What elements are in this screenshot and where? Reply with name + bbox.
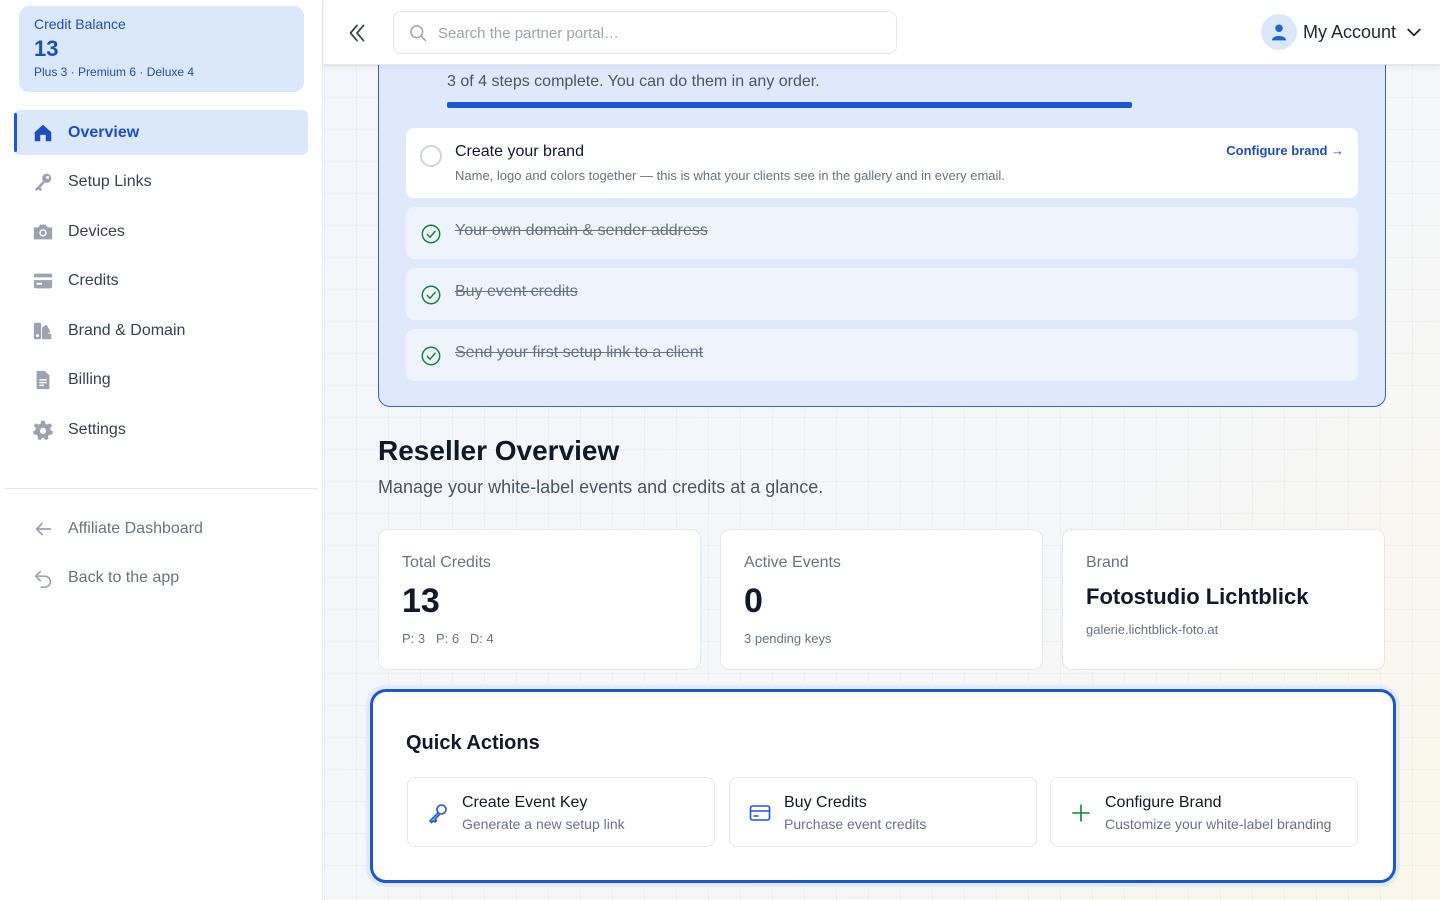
palette-icon	[32, 320, 54, 342]
setup-step-create-brand[interactable]: Create your brand Name, logo and colors …	[406, 128, 1358, 198]
stat-sub: 3 pending keys	[744, 631, 832, 646]
credit-card-icon	[32, 270, 54, 292]
quick-actions-title: Quick Actions	[406, 732, 540, 754]
search-box[interactable]	[393, 11, 897, 54]
stat-sub: galerie.lichtblick-foto.at	[1086, 622, 1219, 637]
quick-action-label: Configure Brand	[1105, 794, 1222, 811]
setup-step-domain[interactable]: Your own domain & sender address	[406, 207, 1358, 259]
create-event-key-button[interactable]: Create Event Key Generate a new setup li…	[407, 777, 715, 847]
top-header: My Account	[324, 0, 1440, 65]
stat-value: 0	[744, 582, 763, 620]
credit-balance-breakdown: Plus 3 · Premium 6 · Deluxe 4	[34, 65, 195, 79]
credit-balance-label: Credit Balance	[34, 16, 126, 32]
sidebar-item-settings[interactable]: Settings	[14, 407, 308, 452]
check-circle-icon	[420, 284, 442, 306]
gear-icon	[32, 419, 54, 441]
double-chevron-left-icon	[349, 24, 365, 42]
step-incomplete-icon	[420, 145, 442, 167]
setup-progress-text: 3 of 4 steps complete. You can do them i…	[447, 73, 820, 90]
sidebar-item-label: Devices	[68, 222, 125, 240]
sidebar-item-back-to-app[interactable]: Back to the app	[14, 556, 308, 601]
quick-action-description: Purchase event credits	[784, 816, 927, 832]
key-icon	[426, 801, 450, 825]
stat-sub: P: 3 P: 6 D: 4	[402, 631, 494, 646]
invoice-icon	[32, 369, 54, 391]
sidebar-item-label: Setup Links	[68, 173, 152, 190]
stat-label: Brand	[1086, 554, 1129, 571]
search-input[interactable]	[438, 20, 878, 46]
main-content: 3 of 4 steps complete. You can do them i…	[324, 65, 1440, 900]
sidebar-divider	[5, 488, 318, 489]
sidebar-item-devices[interactable]: Devices	[14, 209, 308, 254]
quick-actions-panel: Quick Actions Create Event Key Generate …	[370, 689, 1396, 883]
page-subtitle: Manage your white-label events and credi…	[378, 477, 824, 497]
account-menu-button[interactable]: My Account	[1260, 13, 1424, 51]
sidebar-item-label: Overview	[68, 123, 140, 141]
sidebar-nav: Overview Setup Links Devices Credits Bra…	[14, 110, 308, 457]
credit-balance-card[interactable]: Credit Balance 13 Plus 3 · Premium 6 · D…	[19, 6, 304, 92]
configure-brand-button[interactable]: Configure Brand Customize your white-lab…	[1050, 777, 1358, 847]
sidebar-item-setup-links[interactable]: Setup Links	[14, 160, 308, 205]
setup-checklist-panel: 3 of 4 steps complete. You can do them i…	[378, 65, 1386, 407]
quick-action-label: Buy Credits	[784, 794, 867, 811]
sidebar-item-overview[interactable]: Overview	[14, 110, 308, 155]
check-circle-icon	[420, 223, 442, 245]
search-icon	[408, 23, 428, 43]
stat-label: Active Events	[744, 554, 841, 571]
stat-value: Fotostudio Lichtblick	[1086, 584, 1309, 609]
sidebar-item-billing[interactable]: Billing	[14, 358, 308, 403]
sidebar-item-affiliate-dashboard[interactable]: Affiliate Dashboard	[14, 506, 308, 551]
stat-label: Total Credits	[402, 554, 491, 571]
sidebar-item-credits[interactable]: Credits	[14, 259, 308, 304]
key-icon	[32, 171, 54, 193]
sidebar-secondary-nav: Affiliate Dashboard Back to the app	[14, 506, 308, 605]
step-description: Name, logo and colors together — this is…	[455, 168, 1005, 183]
setup-step-buy-credits[interactable]: Buy event credits	[406, 268, 1358, 320]
step-title: Send your first setup link to a client	[455, 344, 704, 361]
arrow-left-icon	[32, 518, 54, 540]
buy-credits-button[interactable]: Buy Credits Purchase event credits	[729, 777, 1037, 847]
avatar	[1260, 14, 1297, 50]
quick-action-description: Generate a new setup link	[462, 816, 625, 832]
home-icon	[32, 122, 54, 144]
quick-action-label: Create Event Key	[462, 794, 588, 811]
stat-card-active-events: Active Events 0 3 pending keys	[720, 529, 1043, 670]
step-title: Create your brand	[455, 143, 584, 160]
sidebar-item-label: Settings	[68, 420, 126, 438]
setup-progress-bar	[447, 102, 1132, 108]
configure-brand-link[interactable]: Configure brand →	[1226, 143, 1344, 158]
stat-value: 13	[402, 582, 440, 620]
check-circle-icon	[420, 345, 442, 367]
return-icon	[32, 567, 54, 589]
sidebar-item-label: Brand & Domain	[68, 321, 186, 339]
credit-card-icon	[748, 801, 772, 825]
setup-step-send-link[interactable]: Send your first setup link to a client	[406, 329, 1358, 381]
sidebar-item-label: Back to the app	[68, 569, 180, 586]
account-label: My Account	[1302, 21, 1396, 42]
quick-action-description: Customize your white-label branding	[1105, 816, 1332, 832]
user-icon	[1271, 24, 1287, 41]
step-title: Buy event credits	[455, 283, 578, 300]
sidebar-item-brand-domain[interactable]: Brand & Domain	[14, 308, 308, 353]
sidebar: Credit Balance 13 Plus 3 · Premium 6 · D…	[0, 0, 323, 900]
chevron-down-icon	[1407, 28, 1421, 37]
step-title: Your own domain & sender address	[455, 222, 708, 239]
sidebar-item-label: Credits	[68, 272, 119, 289]
plus-icon	[1069, 801, 1093, 825]
page-title: Reseller Overview	[378, 435, 620, 466]
stat-card-total-credits: Total Credits 13 P: 3 P: 6 D: 4	[378, 529, 701, 670]
collapse-sidebar-button[interactable]	[344, 20, 370, 46]
stat-card-brand: Brand Fotostudio Lichtblick galerie.lich…	[1062, 529, 1385, 670]
camera-icon	[32, 221, 54, 243]
sidebar-item-label: Billing	[68, 371, 111, 388]
sidebar-item-label: Affiliate Dashboard	[68, 519, 203, 537]
credit-balance-value: 13	[34, 36, 59, 61]
